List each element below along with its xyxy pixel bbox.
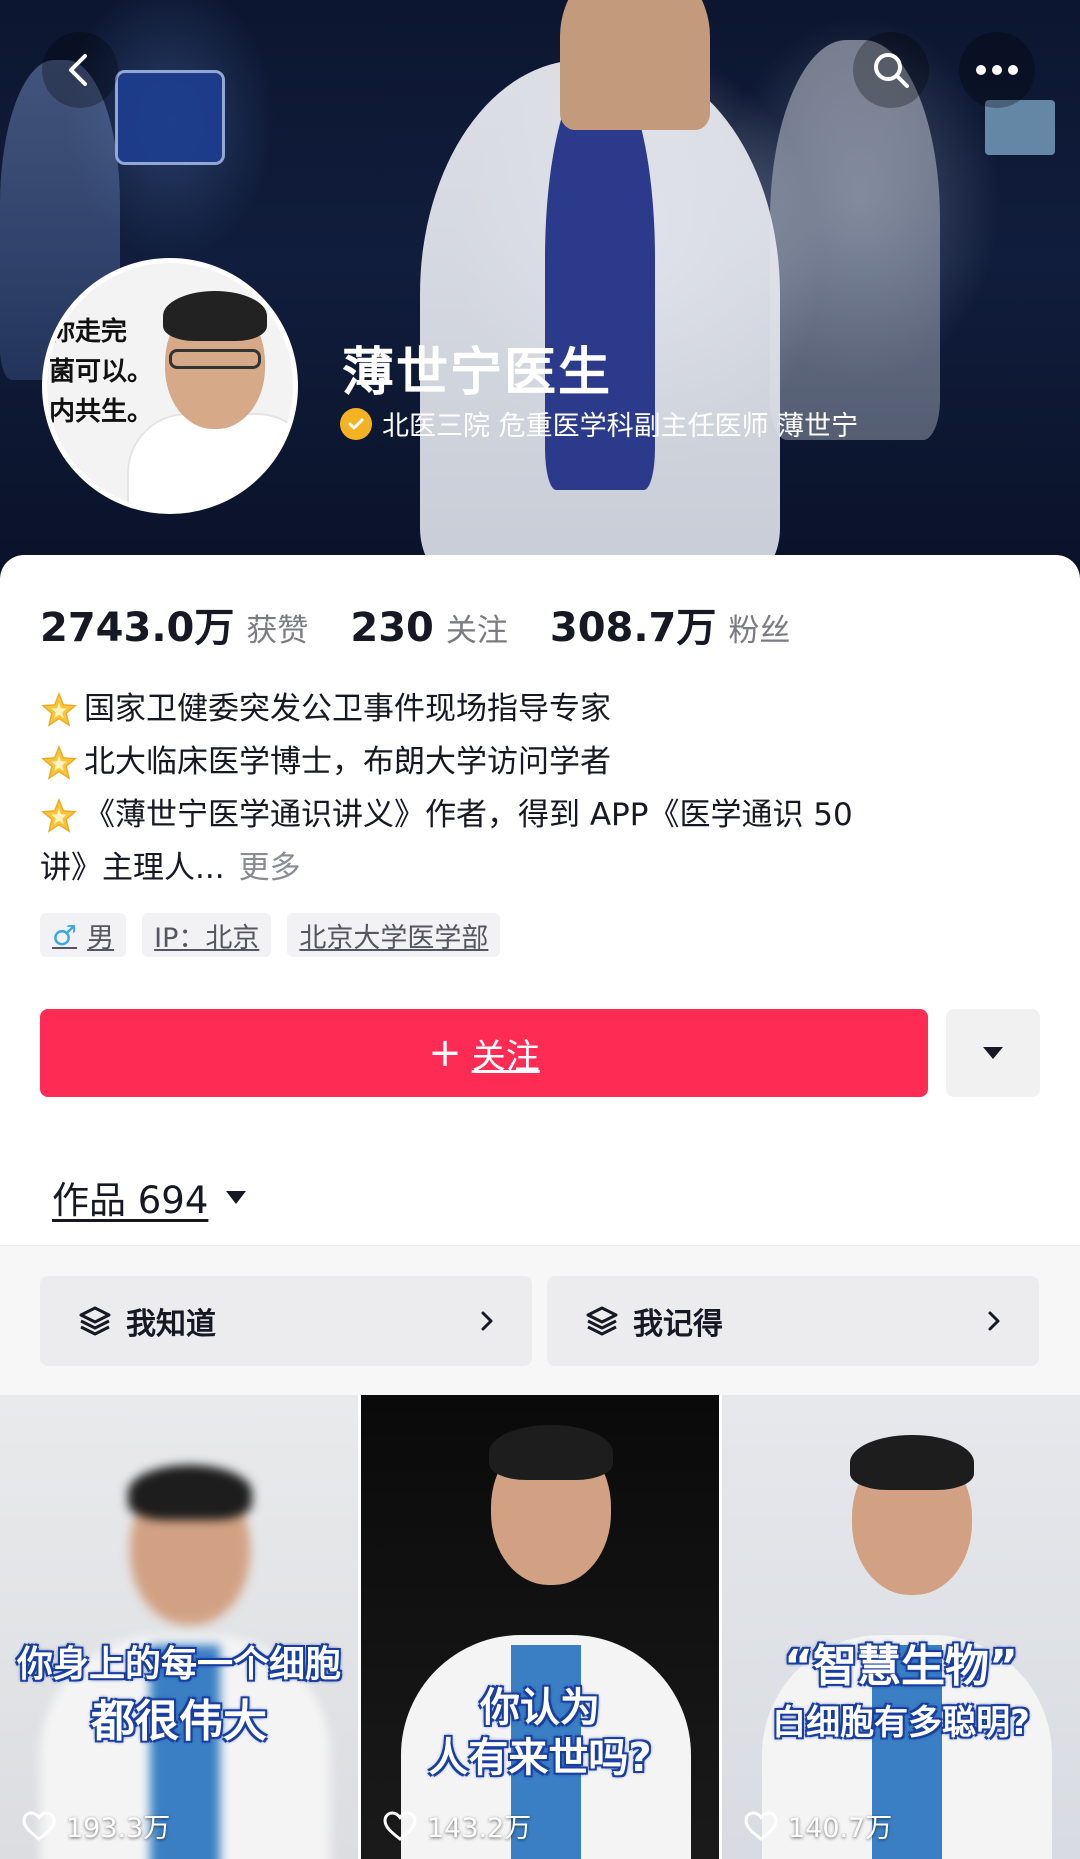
chevron-right-icon <box>481 1311 493 1331</box>
bio: 国家卫健委突发公卫事件现场指导专家 北大临床医学博士，布朗大学访问学者 《薄世宁… <box>40 683 1040 895</box>
bio-line: 北大临床医学博士，布朗大学访问学者 <box>40 736 1040 789</box>
recommend-dropdown-button[interactable] <box>946 1009 1040 1097</box>
profile-name: 薄世宁医生 <box>342 343 613 403</box>
caret-down-icon <box>226 1190 247 1204</box>
profile-info-card: 2743.0万 获赞 230 关注 308.7万 粉丝 国家卫健委突发公卫事件现… <box>0 555 1080 1245</box>
video-likes-count: 143.2万 <box>427 1813 532 1844</box>
glowing-star-icon <box>41 744 77 780</box>
chevron-left-icon <box>69 54 87 86</box>
video-likes: 143.2万 <box>383 1806 531 1845</box>
more-dots-icon <box>976 65 1018 75</box>
profile-cover: 你走完 菌可以。 内共生。 薄世宁医生 北医三院 危重医学科副主任医师 薄世宁 <box>0 0 1080 580</box>
heart-icon <box>22 1810 56 1841</box>
bio-text: 国家卫健委突发公卫事件现场指导专家 <box>84 691 611 727</box>
avatar-hair <box>163 291 267 341</box>
avatar-text-line: 你走完 <box>49 317 128 347</box>
video-likes: 193.3万 <box>22 1806 170 1845</box>
video-thumbnail[interactable]: 你认为 人有来世吗? 143.2万 <box>361 1395 719 1859</box>
video-thumbnail[interactable]: 你身上的每一个细胞 都很伟大 193.3万 <box>0 1395 358 1859</box>
layers-icon <box>586 1306 618 1336</box>
bio-line: 讲》主理人... 更多 <box>40 842 1040 895</box>
glowing-star-icon <box>41 797 77 833</box>
glowing-star-icon <box>41 691 77 727</box>
followers-count[interactable]: 308.7万 <box>550 595 717 653</box>
follow-button[interactable]: + 关注 <box>40 1009 928 1097</box>
video-grid: 你身上的每一个细胞 都很伟大 193.3万 你认为 人有来世吗? 143.2万 … <box>0 1395 1080 1859</box>
cover-doctor-head <box>560 0 710 130</box>
video-likes-count: 193.3万 <box>66 1813 171 1844</box>
bio-text: 北大临床医学博士，布朗大学访问学者 <box>84 744 611 780</box>
avatar-text-line: 菌可以。 <box>49 357 154 387</box>
back-button[interactable] <box>42 32 118 108</box>
heart-icon <box>744 1810 778 1841</box>
bio-more-link[interactable]: 更多 <box>239 842 301 895</box>
follow-button-label: 关注 <box>471 1036 540 1077</box>
works-tab-label: 作品 694 <box>52 1179 209 1222</box>
gender-label: 男 <box>87 922 115 954</box>
verified-check-icon <box>340 407 372 440</box>
collection-title: 我记得 <box>633 1307 723 1342</box>
search-icon <box>874 53 909 88</box>
avatar-text-line: 内共生。 <box>49 397 154 427</box>
following-count[interactable]: 230 <box>350 605 434 651</box>
collections-row: 我知道 我记得 <box>0 1245 1080 1395</box>
followers-label[interactable]: 粉丝 <box>728 605 790 650</box>
video-likes: 140.7万 <box>744 1806 892 1845</box>
bio-line: 国家卫健委突发公卫事件现场指导专家 <box>40 683 1040 736</box>
video-caption: 白细胞有多聪明? <box>772 1703 1030 1743</box>
collection-title: 我知道 <box>126 1307 216 1342</box>
collection-card[interactable]: 我记得 <box>547 1276 1039 1366</box>
video-thumbnail[interactable]: “智慧生物” 白细胞有多聪明? 140.7万 <box>722 1395 1080 1859</box>
bio-text: 《薄世宁医学通识讲义》作者，得到 APP《医学通识 50 <box>84 797 853 833</box>
avatar[interactable]: 你走完 菌可以。 内共生。 <box>42 258 298 514</box>
more-options-button[interactable] <box>959 32 1035 108</box>
plus-icon: + <box>428 1030 462 1076</box>
cover-monitor <box>115 70 225 165</box>
video-caption: 都很伟大 <box>91 1696 267 1747</box>
video-caption: 人有来世吗? <box>428 1735 652 1781</box>
cover-monitor-right <box>985 100 1055 155</box>
profile-tags: ♂ 男 IP：北京 北京大学医学部 <box>40 913 516 957</box>
video-likes-count: 140.7万 <box>788 1813 893 1844</box>
verification-row: 北医三院 危重医学科副主任医师 薄世宁 <box>340 404 858 443</box>
ip-location-tag: IP：北京 <box>142 913 272 957</box>
bio-text: 讲》主理人... <box>40 850 225 886</box>
video-caption: “智慧生物” <box>784 1641 1018 1692</box>
gender-tag: ♂ 男 <box>40 913 127 957</box>
following-label[interactable]: 关注 <box>446 605 508 650</box>
male-icon: ♂ <box>52 918 78 952</box>
school-tag[interactable]: 北京大学医学部 <box>287 913 501 957</box>
caret-down-icon <box>983 1047 1003 1059</box>
collection-card[interactable]: 我知道 <box>40 1276 532 1366</box>
chevron-right-icon <box>988 1311 1000 1331</box>
video-caption: 你身上的每一个细胞 <box>16 1644 341 1685</box>
likes-label: 获赞 <box>246 613 309 649</box>
search-button[interactable] <box>853 32 929 108</box>
layers-icon <box>79 1306 111 1336</box>
avatar-glasses <box>169 349 261 369</box>
verification-text: 北医三院 危重医学科副主任医师 薄世宁 <box>382 411 859 442</box>
stats-row: 2743.0万 获赞 230 关注 308.7万 粉丝 <box>40 595 832 653</box>
tab-works[interactable]: 作品 694 <box>52 1170 247 1224</box>
bio-line: 《薄世宁医学通识讲义》作者，得到 APP《医学通识 50 <box>40 789 1040 842</box>
likes-count: 2743.0万 <box>40 605 235 651</box>
cover-background-figure-right <box>770 40 940 440</box>
heart-icon <box>383 1810 417 1841</box>
